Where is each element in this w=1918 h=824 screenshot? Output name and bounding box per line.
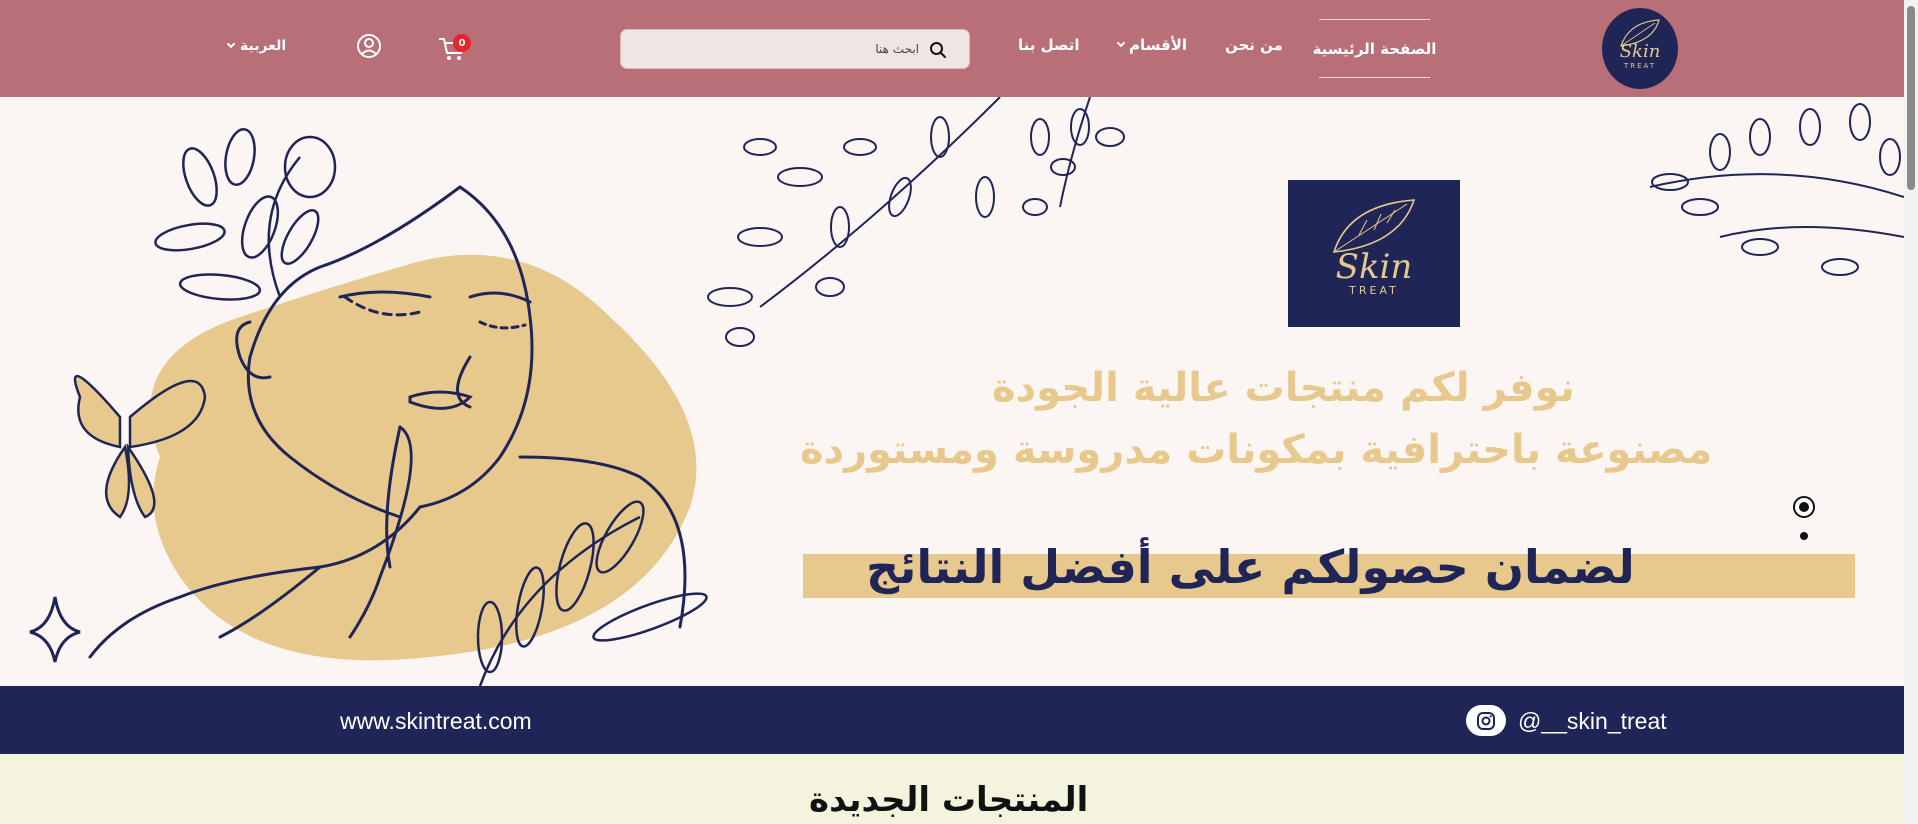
search-box bbox=[620, 29, 970, 69]
leaf-icon bbox=[1332, 199, 1416, 253]
website-text: www.skintreat.com bbox=[340, 708, 532, 734]
new-products-section: المنتجات الجديدة bbox=[0, 754, 1904, 824]
nav-contact[interactable]: اتصل بنا bbox=[1018, 36, 1080, 54]
language-label: العربية bbox=[240, 38, 287, 54]
user-icon[interactable] bbox=[356, 33, 382, 59]
instagram-icon bbox=[1477, 711, 1495, 730]
cart-count-badge: 0 bbox=[453, 34, 471, 52]
instagram-handle: @__skin_treat bbox=[1518, 708, 1667, 734]
chevron-down-icon bbox=[1116, 38, 1126, 48]
scrollbar-thumb[interactable] bbox=[1907, 6, 1915, 190]
nav-sections[interactable]: الأقسام bbox=[1116, 36, 1188, 54]
nav-about[interactable]: من نحن bbox=[1225, 36, 1283, 54]
site-header: Skin TREAT الصفحة الرئيسية من نحن الأقسا… bbox=[0, 0, 1904, 97]
contact-band: www.skintreat.com @__skin_treat bbox=[0, 686, 1904, 754]
hero-banner: Skin TREAT نوفر لكم منتجات عالية الجودة … bbox=[0, 97, 1904, 686]
search-input[interactable] bbox=[659, 38, 919, 60]
nav-sections-label: الأقسام bbox=[1129, 36, 1188, 54]
brand-logo-box: Skin TREAT bbox=[1288, 180, 1460, 327]
instagram-badge bbox=[1466, 705, 1506, 736]
section-title: المنتجات الجديدة bbox=[809, 780, 1089, 820]
logo-small-text: TREAT bbox=[1623, 62, 1657, 70]
hero-headline-1: نوفر لكم منتجات عالية الجودة bbox=[992, 365, 1575, 411]
language-selector[interactable]: العربية bbox=[226, 38, 287, 54]
search-icon[interactable] bbox=[929, 41, 947, 59]
nav-home[interactable]: الصفحة الرئيسية bbox=[1313, 19, 1436, 78]
hero-headline-2: مصنوعة باحترافية بمكونات مدروسة ومستوردة bbox=[800, 427, 1713, 473]
slider-dot[interactable] bbox=[1800, 532, 1808, 540]
leaf-icon bbox=[1620, 19, 1660, 47]
brand-small-text: TREAT bbox=[1349, 284, 1399, 297]
site-logo[interactable]: Skin TREAT bbox=[1602, 8, 1678, 89]
slider-dot-active[interactable] bbox=[1793, 496, 1815, 518]
chevron-down-icon bbox=[226, 39, 236, 49]
hero-headline-3: لضمان حصولكم على أفضل النتائج bbox=[866, 540, 1635, 594]
